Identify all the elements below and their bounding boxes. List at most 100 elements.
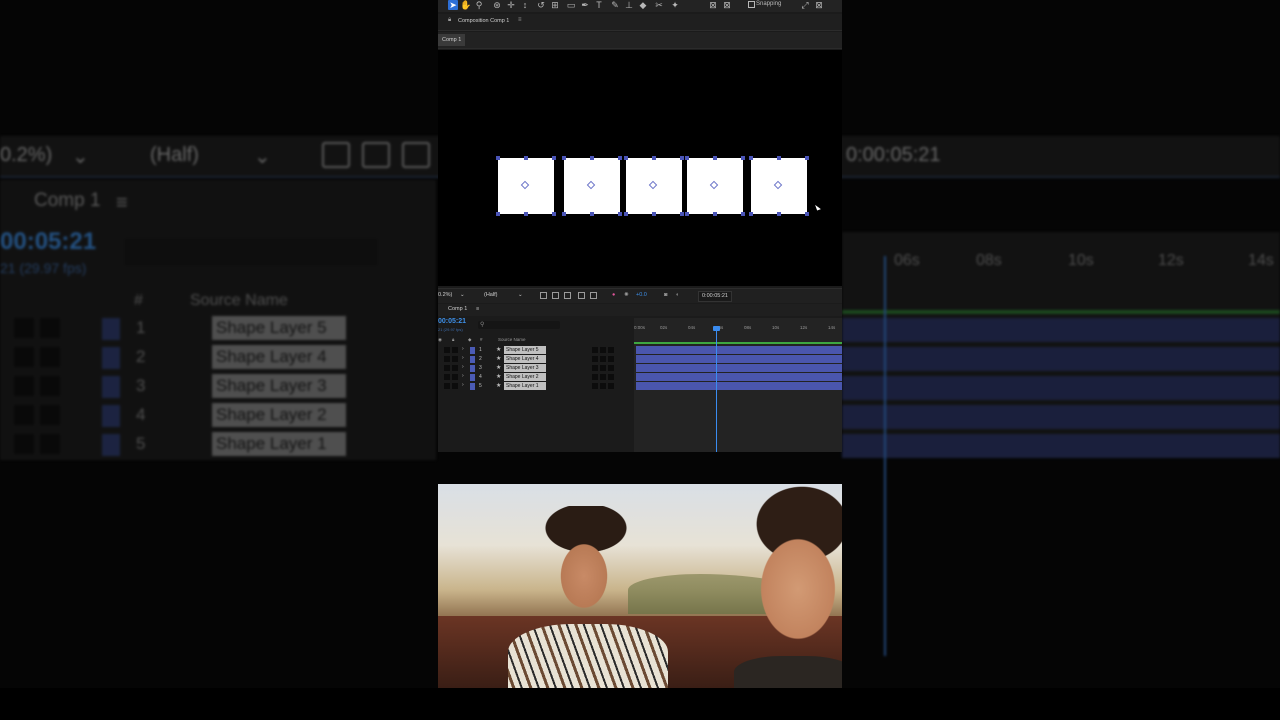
hand-icon[interactable]: ✋ xyxy=(460,0,471,10)
video-frame xyxy=(438,484,842,688)
rectangle-icon[interactable]: ▭ xyxy=(566,0,576,10)
audio-toggle[interactable] xyxy=(452,347,458,353)
show-snapshot-icon[interactable]: ◐ xyxy=(676,292,679,298)
layer-name[interactable]: Shape Layer 5 xyxy=(504,346,546,354)
transparency-grid-icon xyxy=(362,142,390,168)
menu-icon[interactable]: ≡ xyxy=(518,17,522,23)
anchor-point-icon xyxy=(586,180,596,190)
layer-duration-bar[interactable] xyxy=(636,364,842,372)
resolution-dropdown[interactable]: (Half) xyxy=(484,292,497,298)
shape-layer-square[interactable] xyxy=(624,156,684,216)
ruler-tick: 08s xyxy=(744,325,752,330)
timeline-layer-row[interactable]: › 3 ★ Shape Layer 3 xyxy=(438,364,634,373)
chevron-right-icon[interactable]: › xyxy=(462,346,464,352)
timeline-layer-row[interactable]: › 1 ★ Shape Layer 5 xyxy=(438,346,634,355)
roto-icon[interactable]: ✂ xyxy=(654,0,664,10)
type-icon[interactable]: T xyxy=(594,0,604,10)
layer-duration-bar[interactable] xyxy=(636,346,842,354)
visibility-toggle[interactable] xyxy=(444,356,450,362)
background-fps: 21 (29.97 fps) xyxy=(0,260,87,276)
layer-name[interactable]: Shape Layer 3 xyxy=(504,364,546,372)
composition-viewer[interactable] xyxy=(438,50,842,286)
shape-layer-star-icon: ★ xyxy=(496,383,502,389)
chevron-right-icon[interactable]: › xyxy=(462,364,464,370)
visibility-toggle[interactable] xyxy=(444,374,450,380)
brush-icon[interactable]: ✎ xyxy=(610,0,620,10)
label-color-swatch[interactable] xyxy=(470,356,475,363)
shape-layer-square[interactable] xyxy=(685,156,745,216)
expand-icon[interactable]: ⤢ xyxy=(800,0,810,10)
exposure-icon[interactable]: ✺ xyxy=(624,292,629,298)
lock-icon[interactable]: 🔒︎ xyxy=(448,17,451,24)
chevron-down-icon[interactable]: ⌄ xyxy=(460,292,465,298)
timeline-track-area[interactable]: 0:00s 02s 04s 06s 08s 10s 12s 14s xyxy=(634,318,842,452)
transparency-grid-icon[interactable] xyxy=(552,292,559,299)
region-icon[interactable] xyxy=(540,292,547,299)
timeline-title: Comp 1 xyxy=(448,306,468,312)
chevron-right-icon[interactable]: › xyxy=(462,382,464,388)
grid-icon[interactable] xyxy=(578,292,585,299)
shape-layer-square[interactable] xyxy=(562,156,622,216)
viewer-timecode[interactable]: 0:00:05:21 xyxy=(698,291,732,302)
background-layer-row: 4 Shape Layer 2 xyxy=(0,403,436,429)
zoom-dropdown[interactable]: 0.2%) xyxy=(438,292,452,298)
label-color-swatch[interactable] xyxy=(470,347,475,354)
background-source-name: Source Name xyxy=(190,292,288,309)
menu-icon[interactable]: ≡ xyxy=(476,306,479,312)
timeline-timecode[interactable]: 00:05:21 xyxy=(438,318,466,325)
pen-icon[interactable]: ✒ xyxy=(580,0,590,10)
ruler-tick: 14s xyxy=(828,325,836,330)
playhead-line[interactable] xyxy=(716,328,717,452)
layer-duration-bar[interactable] xyxy=(636,373,842,381)
chevron-right-icon[interactable]: › xyxy=(462,373,464,379)
layer-duration-bar[interactable] xyxy=(636,355,842,363)
background-search xyxy=(124,238,378,266)
axis-icon[interactable]: ⊠ xyxy=(708,0,718,10)
shape-layer-star-icon: ★ xyxy=(496,374,502,380)
dolly-icon[interactable]: ↕ xyxy=(520,0,530,10)
camera-icon[interactable]: ◙ xyxy=(664,292,667,298)
stamp-icon[interactable]: ⊥ xyxy=(624,0,634,10)
visibility-toggle[interactable] xyxy=(444,383,450,389)
exposure-value[interactable]: +0.0 xyxy=(636,292,647,298)
selection-icon[interactable]: ➤ xyxy=(448,0,458,10)
timeline-layer-row[interactable]: › 2 ★ Shape Layer 4 xyxy=(438,355,634,364)
chevron-right-icon[interactable]: › xyxy=(462,355,464,361)
audio-toggle[interactable] xyxy=(452,374,458,380)
visibility-toggle[interactable] xyxy=(444,347,450,353)
label-color-swatch[interactable] xyxy=(470,365,475,372)
orbit-icon[interactable]: ⊛ xyxy=(492,0,502,10)
close-icon[interactable]: ⊠ xyxy=(814,0,824,10)
label-color-swatch[interactable] xyxy=(470,374,475,381)
work-area-bar[interactable] xyxy=(634,342,842,344)
composition-panel-title: Composition Comp 1 xyxy=(458,18,510,24)
rotate-icon[interactable]: ↺ xyxy=(536,0,546,10)
anchor-icon[interactable]: ⊞ xyxy=(550,0,560,10)
tab-comp-1[interactable]: Comp 1 xyxy=(438,34,466,46)
zoom-icon[interactable]: ⚲ xyxy=(474,0,484,10)
shape-layer-square[interactable] xyxy=(496,156,556,216)
color-channels-icon[interactable]: ● xyxy=(612,292,615,298)
visibility-toggle[interactable] xyxy=(444,365,450,371)
shape-layer-square[interactable] xyxy=(749,156,809,216)
layer-duration-bar[interactable] xyxy=(636,382,842,390)
view-icon[interactable] xyxy=(590,292,597,299)
audio-toggle[interactable] xyxy=(452,365,458,371)
timeline-layer-row[interactable]: › 4 ★ Shape Layer 2 xyxy=(438,373,634,382)
chevron-down-icon[interactable]: ⌄ xyxy=(518,292,523,298)
snapping-checkbox[interactable] xyxy=(748,1,755,8)
chevron-down-icon: ⌄ xyxy=(72,146,89,168)
column-hash: # xyxy=(480,337,483,342)
puppet-icon[interactable]: ✦ xyxy=(670,0,680,10)
label-color-swatch[interactable] xyxy=(470,383,475,390)
timeline-search-input[interactable]: ⚲ xyxy=(478,321,560,329)
pan-icon[interactable]: ✛ xyxy=(506,0,516,10)
layer-name[interactable]: Shape Layer 4 xyxy=(504,355,546,363)
mask-icon[interactable] xyxy=(564,292,571,299)
audio-toggle[interactable] xyxy=(452,356,458,362)
world-axis-icon[interactable]: ⊠ xyxy=(722,0,732,10)
audio-toggle[interactable] xyxy=(452,383,458,389)
eraser-icon[interactable]: ◆ xyxy=(638,0,648,10)
layer-name[interactable]: Shape Layer 2 xyxy=(504,373,546,381)
layer-name[interactable]: Shape Layer 1 xyxy=(504,382,546,390)
